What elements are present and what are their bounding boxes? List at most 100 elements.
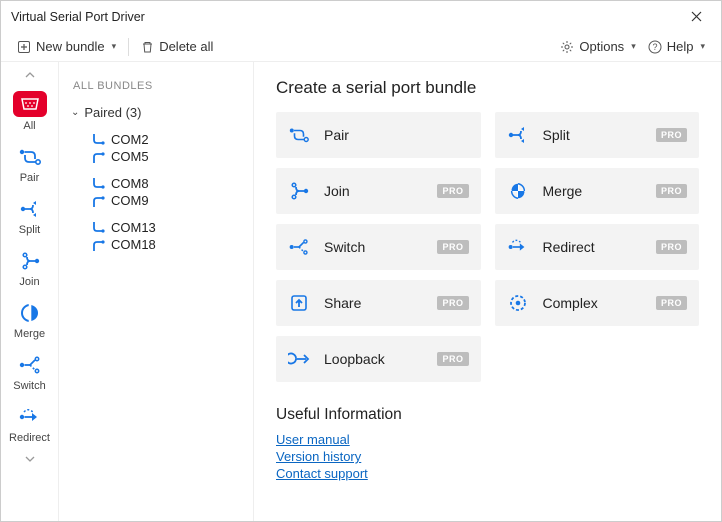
card-label: Loopback	[324, 351, 423, 367]
help-button[interactable]: ? Help ▾	[644, 36, 709, 57]
delete-all-label: Delete all	[159, 39, 213, 54]
chevron-down-icon: ⌄	[71, 107, 79, 118]
connector-top-icon	[91, 222, 105, 234]
rail-label: Pair	[20, 172, 40, 184]
com-port-item[interactable]: COM18	[91, 236, 245, 253]
com-label: COM9	[111, 193, 149, 208]
trash-icon	[141, 40, 154, 54]
bundle-card-complex[interactable]: ComplexPRO	[495, 280, 700, 326]
loopback-icon	[288, 348, 310, 370]
body: All Pair Split Join Merge Switch	[1, 62, 721, 521]
pro-badge: PRO	[437, 352, 468, 366]
card-label: Pair	[324, 127, 469, 143]
title-bar: Virtual Serial Port Driver	[1, 1, 721, 32]
rail-item-split[interactable]: Split	[1, 190, 58, 242]
main-heading: Create a serial port bundle	[276, 78, 699, 98]
rail-label: Split	[19, 224, 40, 236]
close-icon	[691, 11, 702, 22]
bundle-card-share[interactable]: Share PRO	[276, 280, 481, 326]
share-icon	[288, 292, 310, 314]
com-label: COM18	[111, 237, 156, 252]
card-label: Share	[324, 295, 423, 311]
complex-icon	[507, 292, 529, 314]
redirect-icon	[18, 408, 42, 426]
delete-all-button[interactable]: Delete all	[137, 36, 217, 57]
split-icon	[19, 198, 41, 220]
connector-bottom-icon	[91, 151, 105, 163]
pro-badge: PRO	[437, 184, 468, 198]
info-link[interactable]: User manual	[276, 432, 699, 447]
new-bundle-icon	[17, 40, 31, 54]
main-panel: Create a serial port bundle Pair Split PRO…	[254, 62, 721, 521]
connector-top-icon	[91, 134, 105, 146]
chevron-down-icon: ▾	[631, 41, 636, 52]
bundle-card-merge[interactable]: MergePRO	[495, 168, 700, 214]
help-label: Help	[667, 39, 694, 54]
info-link[interactable]: Contact support	[276, 466, 699, 481]
card-label: Complex	[543, 295, 642, 311]
nav-rail: All Pair Split Join Merge Switch	[1, 62, 59, 521]
bundle-type-grid: PairSplitPROJoinPROMergePROSwitchPRORedi…	[276, 112, 699, 382]
tree-header: ALL BUNDLES	[73, 80, 245, 92]
bundle-card-switch[interactable]: Switch PRO	[276, 224, 481, 270]
options-button[interactable]: Options ▾	[556, 36, 639, 57]
connector-bottom-icon	[91, 195, 105, 207]
tree-group-label: Paired (3)	[84, 105, 141, 120]
help-icon: ?	[648, 40, 662, 54]
com-port-item[interactable]: COM9	[91, 192, 245, 209]
merge-icon	[507, 180, 529, 202]
pair-block: COM2COM5	[91, 131, 245, 165]
connector-bottom-icon	[91, 239, 105, 251]
rail-item-all[interactable]: All	[1, 84, 58, 138]
rail-chip	[13, 91, 47, 117]
toolbar-separator	[128, 38, 129, 56]
card-label: Split	[543, 127, 642, 143]
pro-badge: PRO	[656, 128, 687, 142]
join-icon	[288, 180, 310, 202]
bundle-card-redirect[interactable]: Redirect PRO	[495, 224, 700, 270]
rail-label: Switch	[13, 380, 45, 392]
com-port-item[interactable]: COM8	[91, 175, 245, 192]
com-port-item[interactable]: COM2	[91, 131, 245, 148]
rail-item-join[interactable]: Join	[1, 242, 58, 294]
gear-icon	[560, 40, 574, 54]
com-port-item[interactable]: COM13	[91, 219, 245, 236]
pair-block: COM13COM18	[91, 219, 245, 253]
rail-scroll-down[interactable]	[1, 450, 58, 468]
bundle-card-loopback[interactable]: Loopback PRO	[276, 336, 481, 382]
info-heading: Useful Information	[276, 406, 699, 424]
bundle-card-pair[interactable]: Pair	[276, 112, 481, 158]
redirect-icon	[507, 236, 529, 258]
rail-item-switch[interactable]: Switch	[1, 346, 58, 398]
pair-block: COM8COM9	[91, 175, 245, 209]
rail-label: Join	[19, 276, 39, 288]
tree-group-paired[interactable]: ⌄ Paired (3)	[69, 102, 245, 123]
chevron-down-icon: ▾	[700, 41, 705, 52]
port-icon	[19, 97, 41, 111]
rail-item-merge[interactable]: Merge	[1, 294, 58, 346]
card-label: Redirect	[543, 239, 642, 255]
options-label: Options	[579, 39, 624, 54]
window-title: Virtual Serial Port Driver	[11, 10, 691, 24]
close-button[interactable]	[691, 11, 711, 22]
pro-badge: PRO	[656, 240, 687, 254]
chevron-down-icon	[25, 456, 35, 462]
card-label: Merge	[543, 183, 642, 199]
connector-top-icon	[91, 178, 105, 190]
com-port-item[interactable]: COM5	[91, 148, 245, 165]
switch-icon	[288, 236, 310, 258]
pro-badge: PRO	[437, 240, 468, 254]
rail-scroll-up[interactable]	[1, 66, 58, 84]
rail-label: Merge	[14, 328, 45, 340]
new-bundle-label: New bundle	[36, 39, 105, 54]
rail-item-redirect[interactable]: Redirect	[1, 398, 58, 450]
card-label: Switch	[324, 239, 423, 255]
toolbar: New bundle ▾ Delete all Options ▾ ? Help…	[1, 32, 721, 62]
new-bundle-button[interactable]: New bundle ▾	[13, 36, 120, 57]
bundle-card-join[interactable]: JoinPRO	[276, 168, 481, 214]
bundle-card-split[interactable]: Split PRO	[495, 112, 700, 158]
info-link[interactable]: Version history	[276, 449, 699, 464]
pro-badge: PRO	[437, 296, 468, 310]
rail-item-pair[interactable]: Pair	[1, 138, 58, 190]
com-label: COM2	[111, 132, 149, 147]
